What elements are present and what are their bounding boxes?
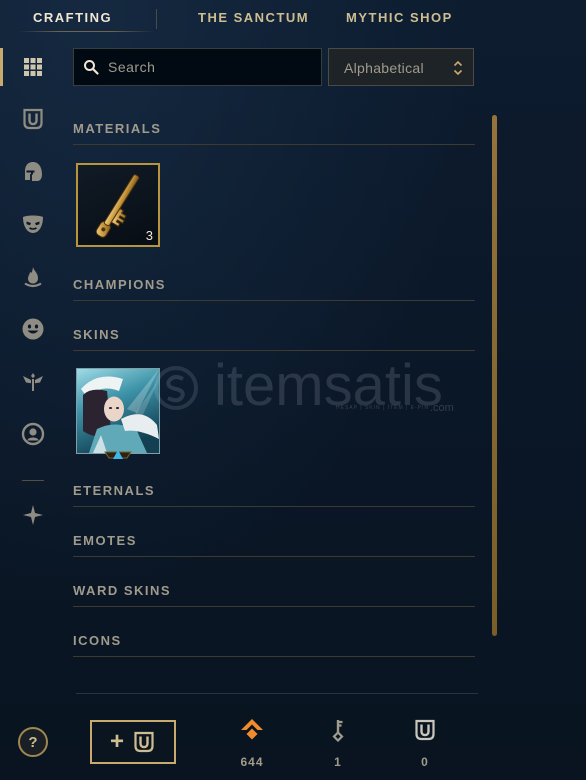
chest-icon — [415, 719, 435, 741]
skin-shard-image — [77, 369, 159, 453]
scrollbar-thumb[interactable] — [492, 115, 497, 636]
watermark-domain: .com — [430, 402, 454, 414]
section-divider — [73, 144, 475, 145]
chest-icon — [23, 108, 43, 130]
nav-divider — [156, 9, 157, 29]
section-title-skins: SKINS — [73, 327, 121, 342]
sidebar-item-eternals[interactable] — [19, 263, 47, 291]
rarity-gem-icon — [104, 450, 132, 459]
help-button[interactable]: ? — [18, 727, 48, 757]
chest-count: 0 — [421, 755, 429, 769]
section-title-icons: ICONS — [73, 633, 122, 648]
section-title-champions: CHAMPIONS — [73, 277, 166, 292]
plus-icon: + — [109, 728, 124, 755]
grid-icon — [24, 58, 42, 76]
section-divider — [73, 556, 475, 557]
helmet-icon — [25, 162, 42, 181]
section-divider — [73, 506, 475, 507]
chest-icon — [134, 731, 154, 753]
section-title-emotes: EMOTES — [73, 533, 137, 548]
sidebar-divider — [22, 480, 44, 481]
sidebar-active-indicator — [0, 48, 3, 86]
up-down-chevron-icon — [453, 60, 463, 76]
sidebar-item-all[interactable] — [19, 53, 47, 81]
section-divider — [73, 300, 475, 301]
key-count: 1 — [334, 755, 342, 769]
section-divider — [73, 350, 475, 351]
sidebar-item-skins[interactable] — [19, 210, 47, 238]
tab-crafting[interactable]: CRAFTING — [33, 10, 112, 26]
tab-mythic-shop[interactable]: MYTHIC SHOP — [346, 10, 453, 26]
item-count: 3 — [145, 228, 153, 243]
search-input[interactable] — [108, 49, 313, 85]
orange-essence-count: 644 — [240, 755, 264, 769]
footer-divider — [76, 693, 478, 694]
section-title-materials: MATERIALS — [73, 121, 162, 136]
craft-key-chest-button[interactable]: + — [90, 720, 176, 764]
sidebar-item-emotes[interactable] — [19, 315, 47, 343]
star-icon — [23, 505, 43, 525]
section-title-eternals: ETERNALS — [73, 483, 156, 498]
watermark-tagline: HESAP | SKIN | İTEM | E-PİN — [336, 405, 430, 411]
sort-dropdown[interactable]: Alphabetical — [328, 48, 474, 86]
mask-icon — [23, 215, 43, 233]
search-box[interactable] — [73, 48, 322, 86]
ward-icon — [23, 373, 43, 391]
emote-icon — [22, 318, 44, 340]
sort-selected-value: Alphabetical — [344, 60, 424, 76]
section-divider — [73, 656, 475, 657]
sidebar-item-champions[interactable] — [19, 158, 47, 186]
profile-icon — [21, 422, 45, 446]
sidebar-item-icons[interactable] — [19, 420, 47, 448]
active-tab-underline — [18, 31, 154, 32]
section-title-ward-skins: WARD SKINS — [73, 583, 172, 598]
sidebar-item-tft[interactable] — [19, 501, 47, 529]
tab-the-sanctum[interactable]: THE SANCTUM — [198, 10, 309, 26]
section-divider — [73, 606, 475, 607]
loot-item-key-fragment[interactable]: 3 — [76, 163, 160, 247]
sidebar-item-ward-skins[interactable] — [19, 368, 47, 396]
search-icon — [84, 60, 99, 75]
orange-essence-icon — [241, 719, 263, 740]
key-icon — [332, 720, 344, 742]
help-label: ? — [28, 733, 38, 751]
loot-item-skin-shard[interactable] — [76, 368, 160, 454]
watermark-text: itemsatis — [214, 353, 443, 418]
sidebar-item-chests[interactable] — [19, 105, 47, 133]
flame-icon — [24, 267, 42, 288]
